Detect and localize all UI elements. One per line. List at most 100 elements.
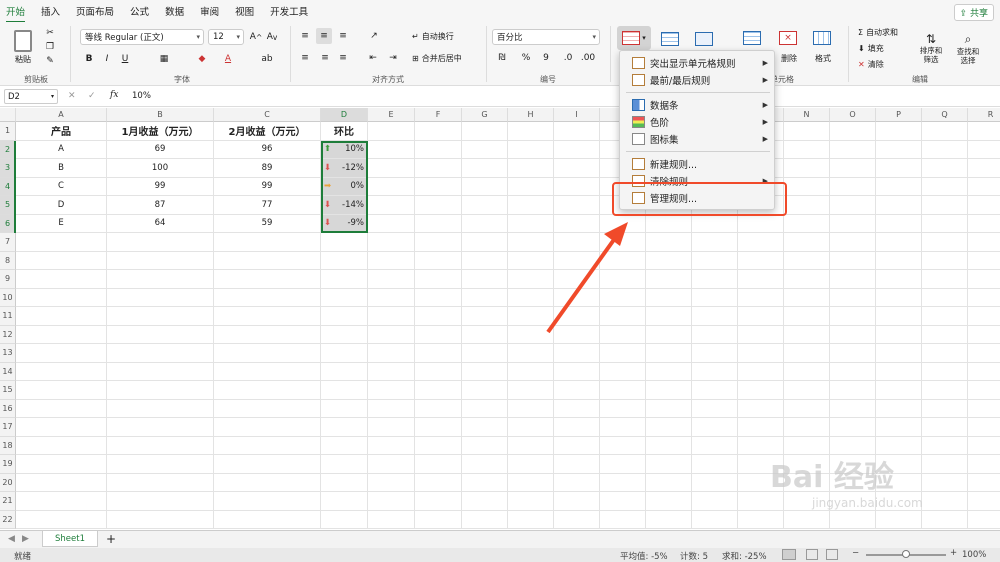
- cell[interactable]: [968, 363, 1000, 381]
- scroll-left-icon[interactable]: ◀: [8, 534, 15, 544]
- cell[interactable]: [922, 381, 968, 400]
- cell[interactable]: [321, 233, 368, 252]
- increase-font-icon[interactable]: A ^: [250, 30, 262, 44]
- cell[interactable]: [107, 399, 214, 418]
- cell[interactable]: [462, 381, 508, 400]
- cell[interactable]: [830, 140, 876, 159]
- row-header[interactable]: 13: [0, 344, 16, 363]
- cell[interactable]: [415, 436, 462, 455]
- cell[interactable]: [922, 473, 968, 492]
- cell[interactable]: [600, 418, 646, 437]
- font-name-select[interactable]: 等线 Regular (正文) ▾: [80, 29, 204, 45]
- cell[interactable]: [922, 159, 968, 178]
- cell[interactable]: [692, 344, 738, 363]
- cell[interactable]: [368, 122, 415, 141]
- cell[interactable]: [876, 122, 922, 141]
- cell[interactable]: [368, 399, 415, 418]
- cell[interactable]: [462, 344, 508, 363]
- cell[interactable]: [321, 325, 368, 344]
- cell[interactable]: [784, 325, 830, 344]
- cell[interactable]: [646, 307, 692, 326]
- add-sheet-button[interactable]: +: [106, 532, 116, 546]
- cell[interactable]: [830, 418, 876, 437]
- cell[interactable]: [107, 307, 214, 326]
- orientation-icon[interactable]: ↗: [366, 30, 382, 42]
- cell[interactable]: [214, 455, 321, 474]
- menu-new-rule[interactable]: 新建规则...: [620, 155, 776, 172]
- menu-icon-sets[interactable]: 图标集 ▶: [620, 130, 776, 147]
- column-header[interactable]: R: [968, 108, 1000, 122]
- cell[interactable]: [968, 141, 1000, 159]
- cell[interactable]: [830, 122, 876, 141]
- tab-insert[interactable]: 插入: [41, 4, 60, 18]
- cell[interactable]: [600, 381, 646, 400]
- cell[interactable]: [16, 399, 107, 418]
- cell[interactable]: [876, 233, 922, 252]
- cell[interactable]: [922, 251, 968, 270]
- cell[interactable]: [738, 418, 784, 437]
- cell[interactable]: [830, 399, 876, 418]
- cell[interactable]: [554, 473, 600, 492]
- tab-data[interactable]: 数据: [165, 4, 184, 18]
- cell[interactable]: [784, 510, 830, 529]
- cell[interactable]: [692, 473, 738, 492]
- row-header[interactable]: 12: [0, 325, 16, 344]
- cell[interactable]: [368, 473, 415, 492]
- cell[interactable]: D: [16, 196, 107, 215]
- cell[interactable]: [922, 362, 968, 381]
- conditional-format-button[interactable]: ▾: [617, 26, 651, 50]
- cell[interactable]: [968, 418, 1000, 437]
- font-size-select[interactable]: 12 ▾: [208, 29, 244, 45]
- cell[interactable]: 64: [107, 214, 214, 233]
- cell[interactable]: [692, 510, 738, 529]
- column-header[interactable]: P: [876, 108, 922, 122]
- tab-developer[interactable]: 开发工具: [270, 4, 308, 18]
- cell[interactable]: [107, 436, 214, 455]
- cell[interactable]: 89: [214, 159, 321, 178]
- align-left-icon[interactable]: ≡: [298, 52, 312, 64]
- formula-input[interactable]: 10%: [132, 91, 151, 101]
- cell[interactable]: [415, 251, 462, 270]
- align-right-icon[interactable]: ≡: [336, 52, 350, 64]
- row-header[interactable]: 20: [0, 473, 16, 492]
- cell[interactable]: [600, 344, 646, 363]
- delete-icon-button[interactable]: ×: [774, 26, 802, 50]
- cell[interactable]: [554, 436, 600, 455]
- currency-icon[interactable]: ₪: [494, 52, 510, 64]
- cell[interactable]: [415, 307, 462, 326]
- cell[interactable]: [968, 511, 1000, 529]
- cell[interactable]: [646, 436, 692, 455]
- column-header[interactable]: N: [784, 108, 830, 122]
- cell[interactable]: [107, 473, 214, 492]
- row-header[interactable]: 22: [0, 510, 16, 529]
- cell[interactable]: [968, 196, 1000, 215]
- cell[interactable]: [784, 122, 830, 141]
- cell[interactable]: [830, 288, 876, 307]
- normal-view-icon[interactable]: [782, 549, 796, 560]
- cell[interactable]: [876, 177, 922, 196]
- cell[interactable]: [784, 214, 830, 233]
- cell[interactable]: [16, 473, 107, 492]
- cell[interactable]: [876, 344, 922, 363]
- cell[interactable]: [368, 196, 415, 215]
- underline-icon[interactable]: U: [120, 52, 130, 66]
- cell[interactable]: [922, 455, 968, 474]
- cell[interactable]: [321, 381, 368, 400]
- zoom-in-icon[interactable]: +: [950, 548, 957, 558]
- cell[interactable]: [214, 251, 321, 270]
- cell[interactable]: [968, 252, 1000, 270]
- select-all-corner[interactable]: [0, 108, 16, 122]
- cell[interactable]: [321, 492, 368, 511]
- cell[interactable]: [508, 122, 554, 141]
- cell[interactable]: [738, 288, 784, 307]
- cell[interactable]: [16, 307, 107, 326]
- cell[interactable]: [784, 381, 830, 400]
- cell[interactable]: [368, 325, 415, 344]
- cell[interactable]: [554, 196, 600, 215]
- cell[interactable]: 环比: [321, 122, 368, 141]
- insert-button[interactable]: [738, 26, 766, 50]
- cell[interactable]: [107, 325, 214, 344]
- cell[interactable]: [554, 492, 600, 511]
- cell[interactable]: [554, 399, 600, 418]
- menu-top-bottom-rules[interactable]: 最前/最后规则 ▶: [620, 71, 776, 88]
